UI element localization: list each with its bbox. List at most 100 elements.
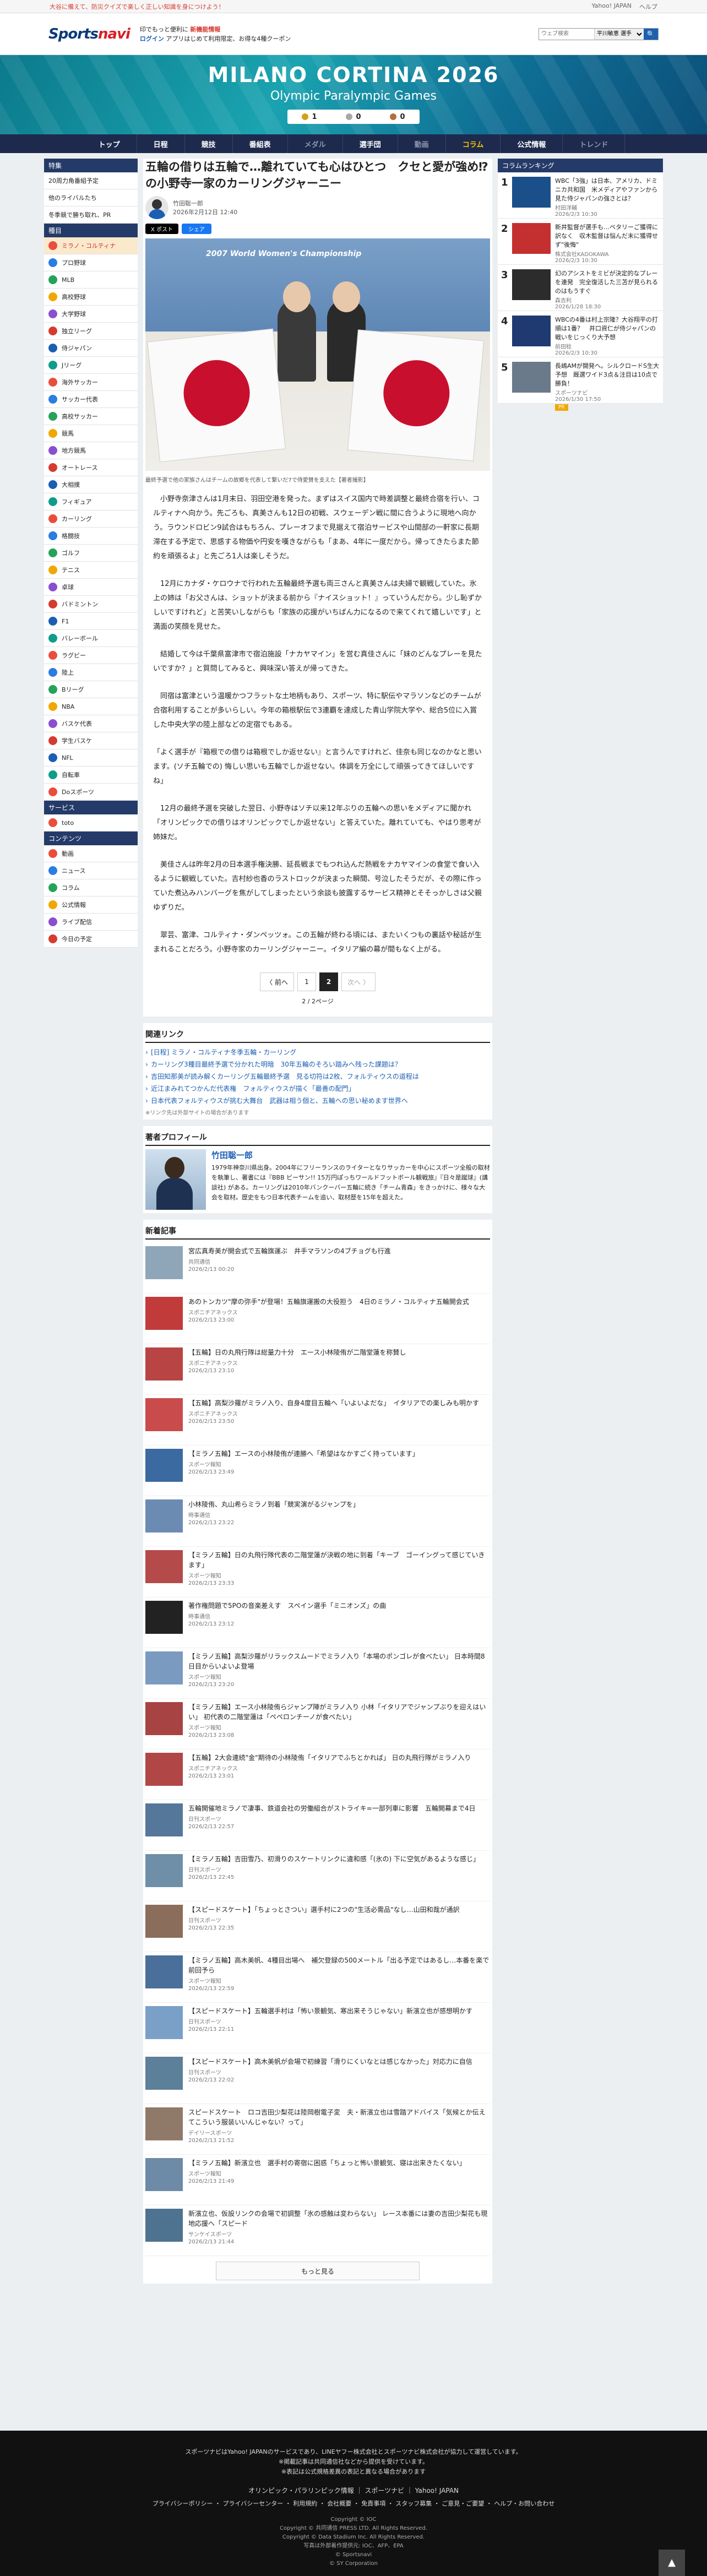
sidebar-item-feature-2[interactable]: 冬季競で勝ち取れ、PR (44, 206, 138, 224)
sidebar-item-sports-25[interactable]: 陸上 (44, 664, 138, 681)
author-profile-name[interactable]: 竹田聡一郎 (211, 1149, 490, 1161)
ranking-title[interactable]: 幻のアシストをミビが決定的なプレーを連発 完全復活した三苫が見られるのはもうすぐ (555, 269, 660, 296)
footer-links[interactable]: オリンピック・パラリンピック情報 ｜ スポーツナビ ｜ Yahoo! JAPAN (0, 2486, 707, 2496)
news-item[interactable]: 【スピードスケート】「ちょっとさつい」選手村に2つの"生活必需品"なし…山田和哉… (145, 1901, 490, 1952)
news-item[interactable]: 宮広真寿美が開会式で五輪旗運ぶ 井手マラソンの4ブチョグも行進 共同通信 2026/… (145, 1243, 490, 1294)
back-to-top-button[interactable]: ▲ (659, 2550, 685, 2576)
news-item[interactable]: 【五輪】2大会連続"金"期待の小林陵侑「イタリアでふちとかれば」 日の丸飛行隊が… (145, 1749, 490, 1800)
ranking-item[interactable]: 5 長嶋AMが開発へ。シルクロードS生大予想 厩選ワイド3点＆注目は10点で勝負！… (498, 357, 663, 411)
nav-video[interactable]: 動画 (398, 134, 446, 153)
news-item[interactable]: 【スピードスケート】五輪選手村は「怖い景観気、寒出来そうじゃない」新濱立也が感想… (145, 2003, 490, 2053)
nav-medals[interactable]: メダル (288, 134, 343, 153)
news-item[interactable]: スピードスケート ロコ吉田少梨花は陸岡樹電子変 夫・新濱立也は雪踏アドバイス「気… (145, 2104, 490, 2155)
news-item[interactable]: 【五輪】日の丸飛行隊は総量力十分 エース小林陵侑が二階堂蓮を称賛し スポニチアネッ… (145, 1344, 490, 1395)
news-title[interactable]: あのトンカツ"摩の弥手"が登場！五輪旗運搬の大役担う 4日のミラノ・コルティナ五… (188, 1297, 469, 1307)
news-title[interactable]: 【ミラノ五輪】日の丸飛行隊代表の二階堂蓮が決戦の地に到着「キーブ ゴーイングって… (188, 1550, 490, 1570)
news-title[interactable]: 【スピードスケート】「ちょっとさつい」選手村に2つの"生活必需品"なし…山田和哉… (188, 1905, 460, 1915)
ranking-item[interactable]: 3 幻のアシストをミビが決定的なプレーを連発 完全復活した三苫が見られるのはもうす… (498, 265, 663, 311)
news-item[interactable]: 小林陵侑、丸山希らミラノ到着「競実演がるジャンプを」 時事通信 2026/2/13 … (145, 1496, 490, 1547)
sidebar-item-sports-16[interactable]: カーリング (44, 510, 138, 528)
sidebar-item-sports-6[interactable]: 侍ジャパン (44, 340, 138, 357)
news-item[interactable]: 【ミラノ五輪】吉田雪乃、初滑りのスケートリンクに違和感「(氷の) 下に空気がある… (145, 1851, 490, 1901)
share-x-button[interactable]: X ポスト (145, 224, 179, 234)
sidebar-item-sports-32[interactable]: Doスポーツ (44, 784, 138, 801)
sidebar-item-contents-1[interactable]: ニュース (44, 862, 138, 879)
top-promo-text[interactable]: 大谷に備えて、防災クイズで楽しく正しい知識を身につけよう！ (50, 2, 225, 11)
share-facebook-button[interactable]: シェア (182, 224, 212, 234)
ranking-item[interactable]: 1 WBC「3強」は日本、アメリカ、ドミニカ共和国 米メディアやファンから見た侍ジ… (498, 172, 663, 219)
news-item[interactable]: あのトンカツ"摩の弥手"が登場！五輪旗運搬の大役担う 4日のミラノ・コルティナ五… (145, 1294, 490, 1344)
news-title[interactable]: 小林陵侑、丸山希らミラノ到着「競実演がるジャンプを」 (188, 1499, 360, 1509)
sidebar-item-sports-29[interactable]: 学生バスケ (44, 732, 138, 749)
news-title[interactable]: 【スピードスケート】五輪選手村は「怖い景観気、寒出来そうじゃない」新濱立也が感想… (188, 2006, 472, 2016)
more-button[interactable]: もっと見る (216, 2262, 420, 2280)
news-title[interactable]: 【ミラノ五輪】高梨沙羅がリラックスムードでミラノ入り「本場のポンゴレが食べたい」… (188, 1651, 490, 1671)
coupon-link[interactable]: アプリはじめて利用限定、お得な4種クーポン (166, 35, 291, 42)
sidebar-item-sports-7[interactable]: Jリーグ (44, 357, 138, 374)
nav-official[interactable]: 公式情報 (501, 134, 563, 153)
news-title[interactable]: 【五輪】高梨沙羅がミラノ入り、自身4度目五輪へ「いよいよだな」 イタリアでの楽し… (188, 1398, 479, 1408)
ranking-item[interactable]: 2 新井監督が選手も…ベタリーご獲得に訳なく 収木監督は悩んだ末に獲得せず"後悔"… (498, 219, 663, 265)
news-title[interactable]: 【五輪】日の丸飛行隊は総量力十分 エース小林陵侑が二階堂蓮を称賛し (188, 1347, 406, 1357)
ranking-title[interactable]: WBCの4番は村上宗隆？大谷翔平の打順は1番？ 井口資仁が侍ジャパンの戦いをじっ… (555, 316, 660, 342)
sidebar-item-sports-28[interactable]: バスケ代表 (44, 715, 138, 732)
news-item[interactable]: 著作権問題で5POの音楽差えす スペイン選手「ミニオンズ」の曲 時事通信 2026/… (145, 1597, 490, 1648)
news-item[interactable]: 【ミラノ五輪】新濱立也 選手村の寄宿に困惑「ちょっと怖い景観気、寝は出来きたくな… (145, 2155, 490, 2205)
sidebar-item-sports-23[interactable]: バレーボール (44, 630, 138, 647)
sidebar-item-sports-8[interactable]: 海外サッカー (44, 374, 138, 391)
news-title[interactable]: 新濱立也、仮設リンクの会場で初調整「氷の感触は変わらない」 レース本番には妻の吉… (188, 2209, 490, 2229)
prev-page-button[interactable]: 〈 前へ (260, 972, 294, 991)
search-scope-select[interactable]: 平川敏恵 選手 (594, 28, 644, 40)
news-title[interactable]: 著作権問題で5POの音楽差えす スペイン選手「ミニオンズ」の曲 (188, 1601, 386, 1611)
nav-column[interactable]: コラム (446, 134, 501, 153)
ranking-title[interactable]: WBC「3強」は日本、アメリカ、ドミニカ共和国 米メディアやファンから見た侍ジャ… (555, 177, 660, 203)
next-page-button[interactable]: 次へ 〉 (341, 972, 376, 991)
related-link[interactable]: 吉田知那美が読み解くカーリング五輪最終予選 見る切符は2枚、フォルティウスの道程… (145, 1070, 490, 1083)
sidebar-item-sports-11[interactable]: 競馬 (44, 425, 138, 442)
news-item[interactable]: 【五輪】高梨沙羅がミラノ入り、自身4度目五輪へ「いよいよだな」 イタリアでの楽し… (145, 1395, 490, 1445)
news-title[interactable]: 【ミラノ五輪】吉田雪乃、初滑りのスケートリンクに違和感「(氷の) 下に空気がある… (188, 1854, 480, 1864)
related-link[interactable]: 近江まみれてつかんだ代表権 フォルティウスが描く「最善の配門」 (145, 1083, 490, 1095)
sidebar-item-services-0[interactable]: toto (44, 814, 138, 832)
news-item[interactable]: 【スピードスケート】高木美帆が会場で初練習「滑りにくいなとは感じなかった」対応力… (145, 2053, 490, 2104)
sidebar-item-sports-4[interactable]: 大学野球 (44, 306, 138, 323)
nav-schedule[interactable]: 日程 (137, 134, 185, 153)
sidebar-item-sports-31[interactable]: 自転車 (44, 767, 138, 784)
news-title[interactable]: 【ミラノ五輪】高木美帆、4種目出場へ 補欠登録の500メートル「出る予定ではある… (188, 1955, 490, 1975)
news-title[interactable]: 【ミラノ五輪】新濱立也 選手村の寄宿に困惑「ちょっと怖い景観気、寝は出来きたくな… (188, 2158, 466, 2168)
sidebar-item-contents-5[interactable]: 今日の予定 (44, 931, 138, 948)
news-item[interactable]: 新濱立也、仮設リンクの会場で初調整「氷の感触は変わらない」 レース本番には妻の吉… (145, 2205, 490, 2256)
news-title[interactable]: 【スピードスケート】高木美帆が会場で初練習「滑りにくいなとは感じなかった」対応力… (188, 2057, 472, 2067)
footer-links-2[interactable]: プライバシーポリシー ・ プライバシーセンター ・ 利用規約 ・ 会社概要 ・ … (0, 2499, 707, 2509)
nav-tv[interactable]: 番組表 (233, 134, 288, 153)
site-logo[interactable]: Sportsnavi (48, 26, 130, 42)
page-1-button[interactable]: 1 (297, 972, 316, 991)
sidebar-item-sports-10[interactable]: 高校サッカー (44, 408, 138, 425)
ranking-item[interactable]: 4 WBCの4番は村上宗隆？大谷翔平の打順は1番？ 井口資仁が侍ジャパンの戦いをじ… (498, 311, 663, 357)
search-input[interactable] (539, 28, 594, 40)
ranking-title[interactable]: 長嶋AMが開発へ。シルクロードS生大予想 厩選ワイド3点＆注目は10点で勝負！ (555, 362, 660, 388)
sidebar-item-sports-2[interactable]: MLB (44, 271, 138, 289)
sidebar-item-sports-18[interactable]: ゴルフ (44, 545, 138, 562)
nav-top[interactable]: トップ (82, 134, 137, 153)
page-2-button[interactable]: 2 (319, 972, 338, 991)
ranking-title[interactable]: 新井監督が選手も…ベタリーご獲得に訳なく 収木監督は悩んだ末に獲得せず"後悔" (555, 223, 660, 249)
sidebar-item-contents-2[interactable]: コラム (44, 879, 138, 896)
news-item[interactable]: 【ミラノ五輪】日の丸飛行隊代表の二階堂蓮が決戦の地に到着「キーブ ゴーイングって… (145, 1547, 490, 1597)
sidebar-item-feature-0[interactable]: 20周力角番組予定 (44, 172, 138, 189)
news-title[interactable]: 【五輪】2大会連続"金"期待の小林陵侑「イタリアでふちとかれば」 日の丸飛行隊が… (188, 1753, 471, 1763)
related-link[interactable]: [日程] ミラノ・コルティナ冬季五輪・カーリング (145, 1046, 490, 1058)
related-link[interactable]: 日本代表フォルティウスが挑む大舞台 武器は相う個と、五輪への思い秘めます世界へ (145, 1095, 490, 1107)
news-item[interactable]: 五輪開催地ミラノで凄事、鉄道会社の労働組合がストライキ=一部列車に影響 五輪開幕… (145, 1800, 490, 1851)
news-title[interactable]: スピードスケート ロコ吉田少梨花は陸岡樹電子変 夫・新濱立也は雪踏アドバイス「気… (188, 2107, 490, 2127)
sidebar-item-sports-21[interactable]: バドミントン (44, 596, 138, 613)
sidebar-item-sports-20[interactable]: 卓球 (44, 579, 138, 596)
news-item[interactable]: 【ミラノ五輪】高梨沙羅がリラックスムードでミラノ入り「本場のポンゴレが食べたい」… (145, 1648, 490, 1699)
news-item[interactable]: 【ミラノ五輪】エース小林陵侑らジャンプ陣がミラノ入り 小林「イタリアでジャンプぶ… (145, 1699, 490, 1749)
login-link[interactable]: ログイン (140, 35, 164, 42)
author-avatar[interactable] (145, 196, 168, 219)
new-features-link[interactable]: 新機能情報 (190, 26, 220, 33)
sidebar-item-sports-30[interactable]: NFL (44, 749, 138, 767)
sidebar-item-contents-4[interactable]: ライブ配信 (44, 914, 138, 931)
sidebar-item-sports-19[interactable]: テニス (44, 562, 138, 579)
